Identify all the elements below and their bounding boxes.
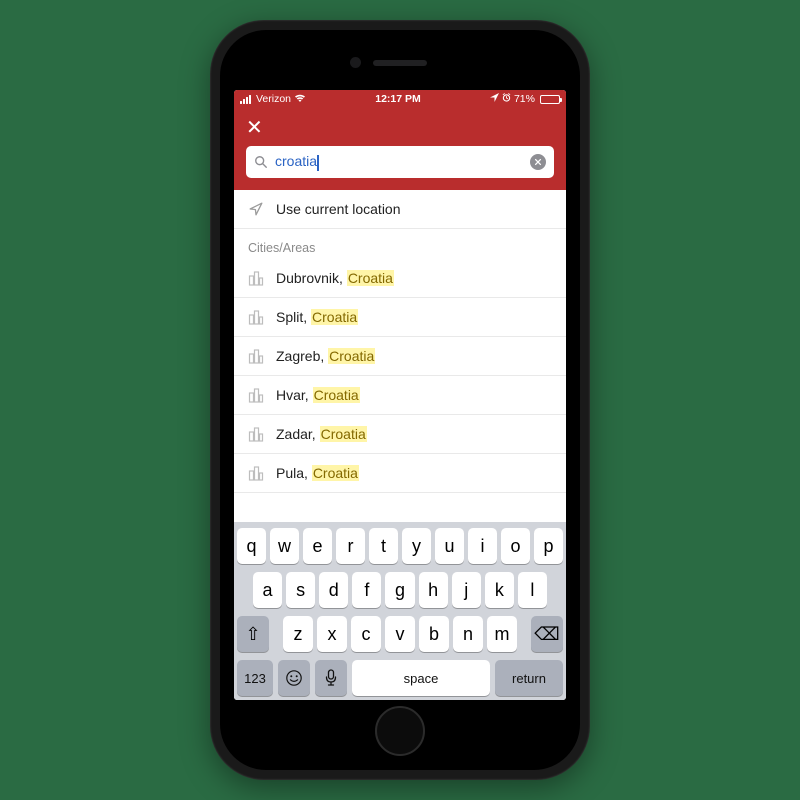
key-w[interactable]: w (270, 528, 299, 564)
key-f[interactable]: f (352, 572, 381, 608)
city-result-label: Zadar, Croatia (276, 426, 367, 442)
phone-frame: Verizon 12:17 PM 71% (210, 20, 590, 780)
city-icon (248, 465, 264, 481)
key-i[interactable]: i (468, 528, 497, 564)
search-input[interactable]: croatia (275, 153, 523, 170)
use-current-location-label: Use current location (276, 201, 401, 217)
city-icon (248, 426, 264, 442)
city-result-label: Split, Croatia (276, 309, 358, 325)
city-result-label: Hvar, Croatia (276, 387, 360, 403)
phone-inner: Verizon 12:17 PM 71% (220, 30, 580, 770)
city-result-row[interactable]: Hvar, Croatia (234, 376, 566, 415)
key-z[interactable]: z (283, 616, 313, 652)
key-c[interactable]: c (351, 616, 381, 652)
space-key[interactable]: space (352, 660, 490, 696)
results-list: Use current location Cities/Areas Dubrov… (234, 190, 566, 522)
status-right: 71% (490, 93, 560, 105)
key-d[interactable]: d (319, 572, 348, 608)
city-result-row[interactable]: Dubrovnik, Croatia (234, 259, 566, 298)
key-s[interactable]: s (286, 572, 315, 608)
front-camera (350, 57, 361, 68)
key-l[interactable]: l (518, 572, 547, 608)
key-t[interactable]: t (369, 528, 398, 564)
signal-icon (240, 95, 251, 104)
key-b[interactable]: b (419, 616, 449, 652)
city-icon (248, 387, 264, 403)
clear-search-button[interactable] (530, 154, 546, 170)
key-m[interactable]: m (487, 616, 517, 652)
key-p[interactable]: p (534, 528, 563, 564)
key-y[interactable]: y (402, 528, 431, 564)
battery-pct: 71% (514, 93, 535, 105)
search-icon (254, 155, 268, 169)
location-icon (490, 93, 499, 105)
screen: Verizon 12:17 PM 71% (234, 90, 566, 700)
battery-icon (540, 95, 560, 104)
city-result-row[interactable]: Pula, Croatia (234, 454, 566, 493)
backspace-key[interactable]: ⌫ (531, 616, 563, 652)
city-result-row[interactable]: Zagreb, Croatia (234, 337, 566, 376)
carrier-label: Verizon (256, 93, 291, 105)
key-j[interactable]: j (452, 572, 481, 608)
status-left: Verizon (240, 93, 306, 106)
phone-speaker (373, 60, 427, 66)
key-a[interactable]: a (253, 572, 282, 608)
status-time: 12:17 PM (375, 93, 421, 105)
city-result-row[interactable]: Split, Croatia (234, 298, 566, 337)
mic-key[interactable] (315, 660, 347, 696)
emoji-key[interactable] (278, 660, 310, 696)
key-r[interactable]: r (336, 528, 365, 564)
shift-key[interactable]: ⇧ (237, 616, 269, 652)
city-result-row[interactable]: Zadar, Croatia (234, 415, 566, 454)
wifi-icon (294, 93, 306, 106)
key-q[interactable]: q (237, 528, 266, 564)
header: ✕ croatia (234, 108, 566, 190)
city-icon (248, 348, 264, 364)
key-n[interactable]: n (453, 616, 483, 652)
key-k[interactable]: k (485, 572, 514, 608)
city-result-label: Zagreb, Croatia (276, 348, 375, 364)
key-x[interactable]: x (317, 616, 347, 652)
city-icon (248, 270, 264, 286)
key-h[interactable]: h (419, 572, 448, 608)
city-result-label: Pula, Croatia (276, 465, 359, 481)
home-button[interactable] (375, 706, 425, 756)
section-header-cities: Cities/Areas (234, 229, 566, 259)
location-arrow-icon (248, 202, 264, 216)
keyboard: qwertyuiop asdfghjkl ⇧ zxcvbnm ⌫ 123 (234, 522, 566, 700)
key-e[interactable]: e (303, 528, 332, 564)
city-icon (248, 309, 264, 325)
key-v[interactable]: v (385, 616, 415, 652)
key-o[interactable]: o (501, 528, 530, 564)
use-current-location[interactable]: Use current location (234, 190, 566, 229)
key-g[interactable]: g (385, 572, 414, 608)
key-u[interactable]: u (435, 528, 464, 564)
city-result-label: Dubrovnik, Croatia (276, 270, 394, 286)
return-key[interactable]: return (495, 660, 563, 696)
close-button[interactable]: ✕ (246, 116, 263, 146)
search-box[interactable]: croatia (246, 146, 554, 178)
status-bar: Verizon 12:17 PM 71% (234, 90, 566, 108)
alarm-icon (502, 93, 511, 105)
numbers-key[interactable]: 123 (237, 660, 273, 696)
